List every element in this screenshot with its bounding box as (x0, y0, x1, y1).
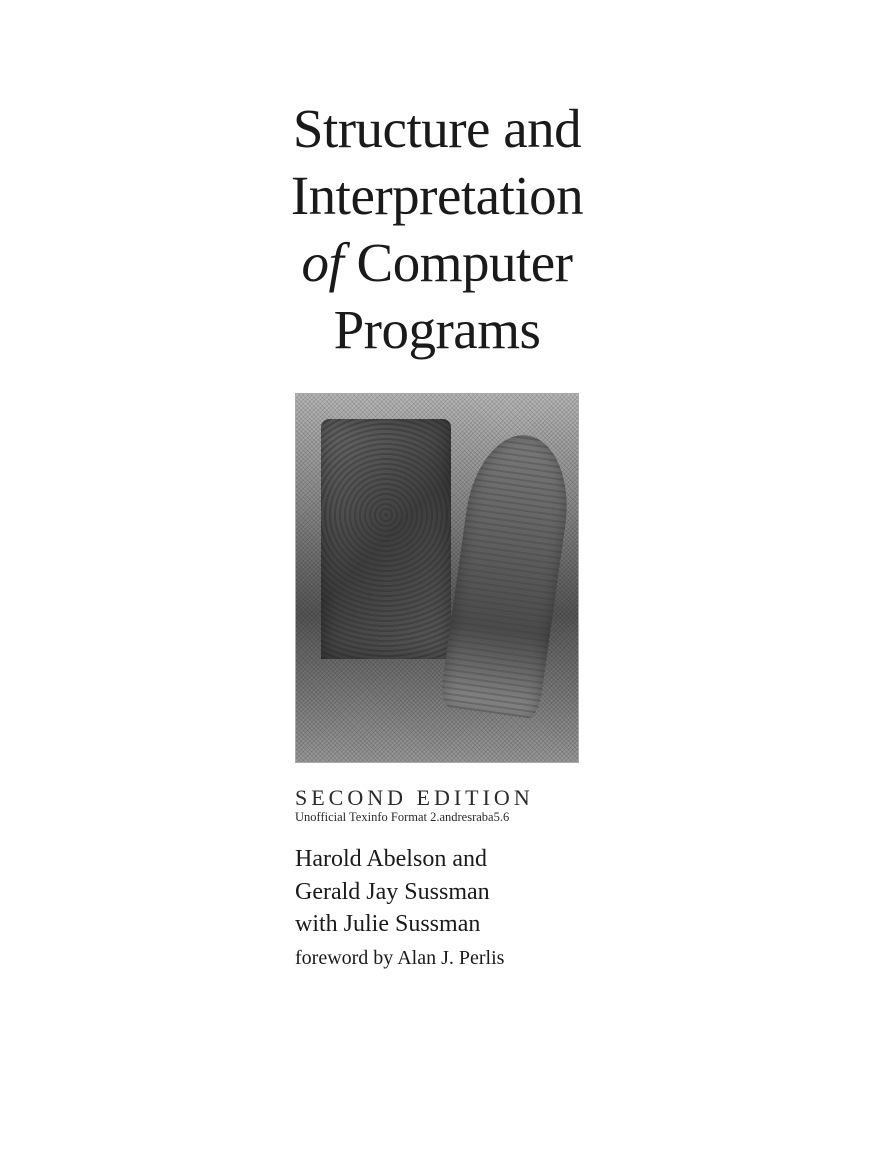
title-line-2: Interpretation (291, 165, 583, 226)
cover-illustration (295, 393, 579, 763)
format-note: Unofficial Texinfo Format 2.andresraba5.… (295, 810, 579, 825)
title-line-1: Structure and (293, 98, 581, 159)
title-line-3-rest: Computer (343, 232, 572, 293)
book-title: Structure and Interpretation of Computer… (291, 95, 583, 363)
title-of-word: of (301, 232, 343, 293)
foreword-credit: foreword by Alan J. Perlis (295, 947, 579, 970)
title-line-4: Programs (334, 299, 541, 360)
info-block: SECOND EDITION Unofficial Texinfo Format… (295, 787, 579, 969)
author-line-3: with Julie Sussman (295, 911, 480, 937)
edition-label: SECOND EDITION (295, 787, 579, 809)
authors: Harold Abelson and Gerald Jay Sussman wi… (295, 843, 579, 940)
author-line-1: Harold Abelson and (295, 846, 487, 872)
title-page: Structure and Interpretation of Computer… (0, 0, 874, 970)
author-line-2: Gerald Jay Sussman (295, 879, 490, 905)
